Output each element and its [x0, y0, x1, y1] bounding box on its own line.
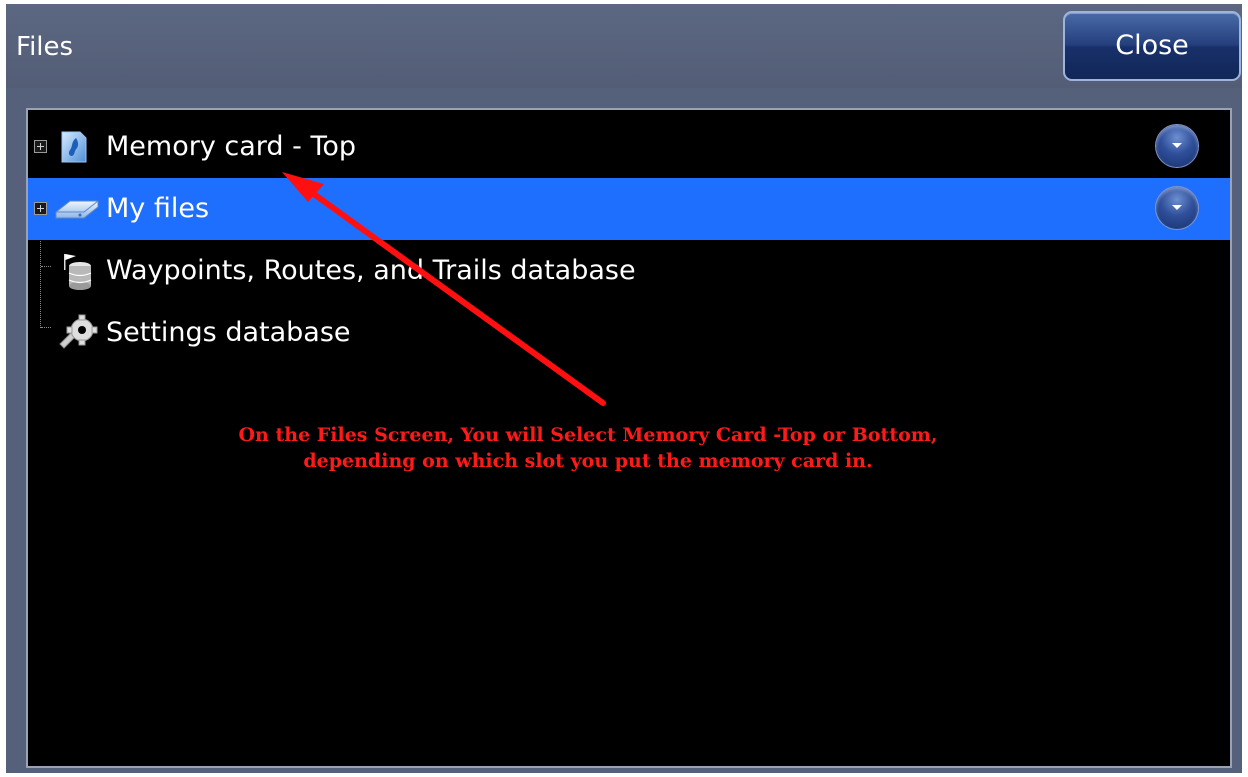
instruction-annotation: On the Files Screen, You will Select Mem… [138, 422, 1038, 474]
close-button[interactable]: Close [1063, 11, 1241, 81]
tree-item-waypoints-database[interactable]: Waypoints, Routes, and Trails database [28, 240, 1230, 302]
tree-item-settings-database[interactable]: Settings database [28, 302, 1230, 364]
tree-item-label: Settings database [106, 317, 351, 348]
expand-toggle-icon[interactable] [34, 202, 47, 215]
title-bar: Files Close [6, 4, 1242, 88]
tree-item-my-files[interactable]: My files [28, 178, 1230, 240]
dropdown-chevron-button[interactable] [1156, 187, 1198, 229]
chevron-down-icon [1172, 143, 1182, 148]
annotation-line-1: On the Files Screen, You will Select Mem… [238, 424, 938, 446]
memory-card-icon [61, 131, 87, 163]
chevron-down-icon [1172, 205, 1182, 210]
tree-item-label: My files [106, 193, 210, 224]
settings-icon [59, 314, 98, 349]
database-icon [64, 254, 92, 290]
annotation-line-2: depending on which slot you put the memo… [303, 450, 873, 472]
tree-item-label: Memory card - Top [106, 131, 357, 162]
file-tree-panel: Memory card - Top My files Waypoints, Ro… [26, 108, 1232, 768]
tree-item-label: Waypoints, Routes, and Trails database [106, 255, 636, 286]
dropdown-chevron-button[interactable] [1156, 125, 1198, 167]
drive-icon [55, 200, 99, 219]
page-title: Files [16, 32, 74, 62]
tree-item-memory-card-top[interactable]: Memory card - Top [28, 116, 1230, 178]
expand-toggle-icon[interactable] [34, 140, 47, 153]
files-window: Files Close Memory card - Top My files W… [6, 4, 1242, 773]
